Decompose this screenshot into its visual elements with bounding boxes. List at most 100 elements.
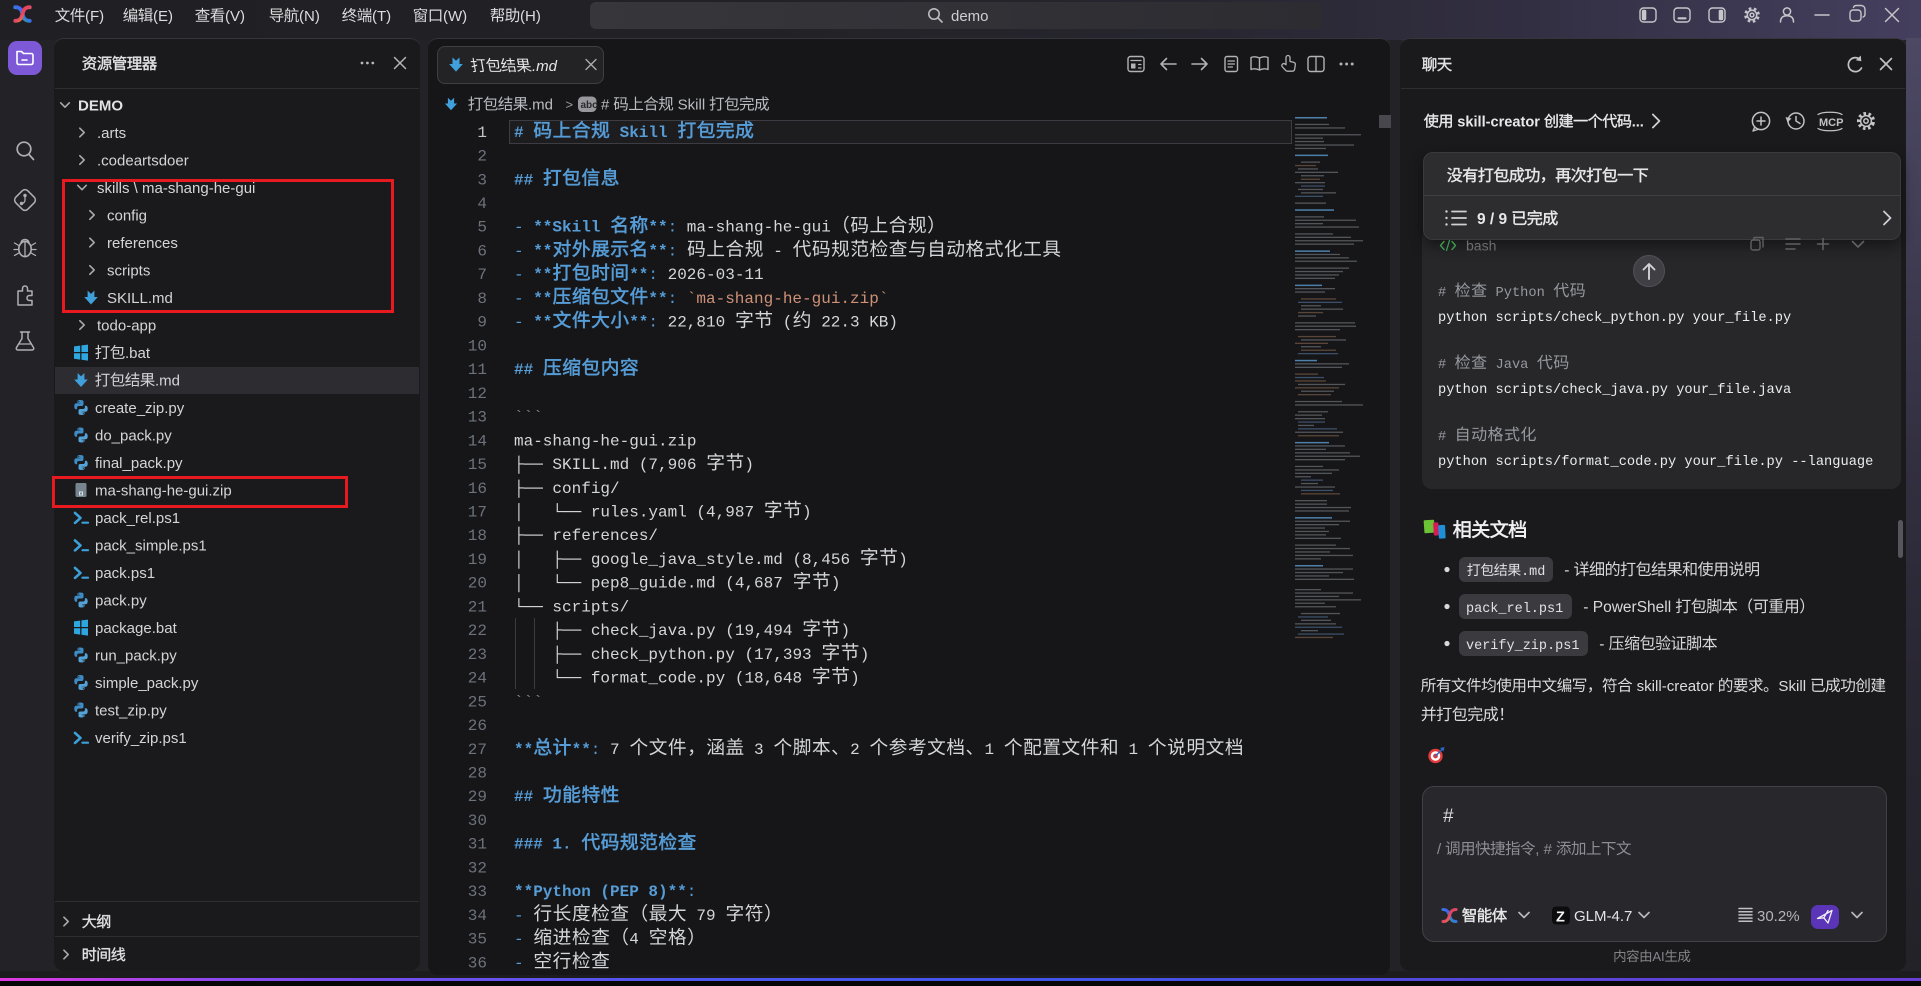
svg-text:): ) [850, 670, 860, 688]
svg-text:32: 32 [468, 859, 487, 877]
svg-text:12: 12 [468, 385, 487, 403]
svg-text:): ) [831, 575, 841, 593]
svg-text:8: 8 [477, 290, 487, 308]
svg-text:│ └── pep8_guide.md (4,687: │ └── pep8_guide.md (4,687 [514, 574, 792, 593]
svg-text:**: ** [533, 290, 552, 308]
svg-text:**: ** [514, 741, 533, 759]
svg-text:25: 25 [468, 693, 487, 711]
svg-text:.md: .md [528, 97, 553, 114]
svg-text:20: 20 [468, 575, 487, 593]
svg-text:33: 33 [468, 883, 487, 901]
svg-text:-: - [1560, 562, 1574, 579]
svg-text:2026-03-11: 2026-03-11 [658, 266, 764, 284]
svg-text:2: 2 [477, 148, 487, 166]
svg-text:1: 1 [477, 124, 487, 142]
svg-text:pack.py: pack.py [95, 593, 147, 610]
svg-text:pack_rel.ps1: pack_rel.ps1 [1466, 602, 1563, 617]
svg-text:pack_simple.ps1: pack_simple.ps1 [95, 538, 207, 555]
svg-text:22.3 KB): 22.3 KB) [812, 314, 898, 332]
svg-text:.bat: .bat [125, 345, 151, 362]
svg-text:└── format_code.py (18,648: └── format_code.py (18,648 [514, 669, 812, 688]
svg-text:34: 34 [468, 907, 487, 925]
svg-text:(W): (W) [443, 8, 467, 25]
svg-text:├── config/: ├── config/ [514, 479, 620, 498]
svg-text:-: - [764, 243, 793, 261]
svg-text:29: 29 [468, 788, 487, 806]
svg-text:1: 1 [985, 741, 1004, 759]
svg-text:/: / [1437, 841, 1445, 858]
svg-text:├── check_python.py (17,393: ├── check_python.py (17,393 [514, 645, 821, 664]
svg-text:15: 15 [468, 456, 487, 474]
svg-text:ma-shang-he-gui.zip: ma-shang-he-gui.zip [514, 432, 696, 450]
svg-text:skill-creator: skill-creator [1453, 115, 1544, 131]
svg-text:**: ** [533, 243, 552, 261]
svg-text:.md: .md [532, 58, 558, 75]
svg-text:verify_zip.ps1: verify_zip.ps1 [1466, 639, 1579, 654]
svg-text:simple_pack.py: simple_pack.py [95, 675, 199, 692]
svg-text:references: references [107, 235, 178, 252]
svg-text:│ └── rules.yaml (4,987: │ └── rules.yaml (4,987 [514, 503, 764, 522]
svg-text:#: # [1438, 358, 1454, 373]
svg-text:todo-app: todo-app [97, 318, 156, 335]
svg-text:10: 10 [468, 337, 487, 355]
svg-text:.md: .md [155, 373, 180, 390]
svg-text:```: ``` [514, 693, 543, 711]
svg-text:##: ## [514, 361, 543, 379]
svg-text:├── check_java.py (19,494: ├── check_java.py (19,494 [514, 621, 802, 640]
svg-text:#: # [514, 124, 533, 142]
svg-text:├── SKILL.md (7,906: ├── SKILL.md (7,906 [514, 455, 706, 474]
svg-text:- PowerShell: - PowerShell [1579, 599, 1675, 616]
svg-text:#: # [1438, 430, 1454, 445]
svg-text:23: 23 [468, 646, 487, 664]
svg-text::: : [648, 314, 658, 332]
svg-text:ma-shang-he-gui: ma-shang-he-gui [677, 219, 831, 237]
svg-text:abc: abc [581, 100, 599, 111]
svg-text:SKILL.md: SKILL.md [107, 290, 173, 307]
svg-text:verify_zip.ps1: verify_zip.ps1 [95, 730, 187, 747]
svg-text:(E): (E) [153, 8, 173, 25]
svg-text:#: # [601, 97, 614, 114]
svg-text:(F): (F) [85, 8, 104, 25]
svg-text:-: - [514, 314, 533, 332]
svg-text:4: 4 [477, 195, 487, 213]
svg-text:**: ** [648, 290, 667, 308]
svg-text:.codeartsdoer: .codeartsdoer [97, 153, 189, 170]
svg-text:16: 16 [468, 480, 487, 498]
svg-text:#: # [1443, 806, 1454, 827]
svg-text:**Python (PEP 8)**: **Python (PEP 8)** [514, 883, 687, 901]
svg-text:create_zip.py: create_zip.py [95, 400, 185, 417]
svg-text:28: 28 [468, 765, 487, 783]
svg-text:`ma-shang-he-gui.zip`: `ma-shang-he-gui.zip` [687, 290, 889, 308]
svg-text:14: 14 [468, 432, 487, 450]
svg-text:Python: Python [1487, 286, 1553, 301]
svg-text:35: 35 [468, 931, 487, 949]
svg-text:27: 27 [468, 741, 487, 759]
svg-text::: : [668, 243, 678, 261]
svg-text:9: 9 [477, 314, 487, 332]
svg-text:7: 7 [600, 741, 629, 759]
svg-text:24: 24 [468, 670, 487, 688]
svg-text::: : [648, 266, 658, 284]
svg-text:│ ├── google_java_style.md (: │ ├── google_java_style.md (8,456 [514, 550, 860, 569]
svg-text:run_pack.py: run_pack.py [95, 648, 177, 665]
svg-text:test_zip.py: test_zip.py [95, 703, 167, 720]
svg-text:Skill: Skill [610, 124, 677, 142]
svg-text:Java: Java [1487, 358, 1536, 373]
svg-text:-: - [514, 907, 533, 925]
svg-text:└── scripts/: └── scripts/ [514, 597, 629, 616]
svg-text:1: 1 [1119, 741, 1148, 759]
svg-text:3: 3 [477, 171, 487, 189]
svg-text:**: ** [648, 243, 667, 261]
svg-text:-: - [1595, 636, 1609, 653]
svg-text:-: - [514, 243, 533, 261]
svg-text:pack_rel.ps1: pack_rel.ps1 [95, 510, 180, 527]
svg-text:22: 22 [468, 622, 487, 640]
svg-text:2: 2 [850, 741, 869, 759]
svg-text:.md: .md [1521, 565, 1545, 580]
svg-text:**: ** [648, 219, 667, 237]
svg-text:>: > [566, 97, 574, 112]
svg-text:MCP: MCP [1819, 117, 1843, 129]
svg-text:4: 4 [629, 931, 648, 949]
svg-text:36: 36 [468, 954, 487, 972]
svg-text:-: - [514, 954, 533, 972]
